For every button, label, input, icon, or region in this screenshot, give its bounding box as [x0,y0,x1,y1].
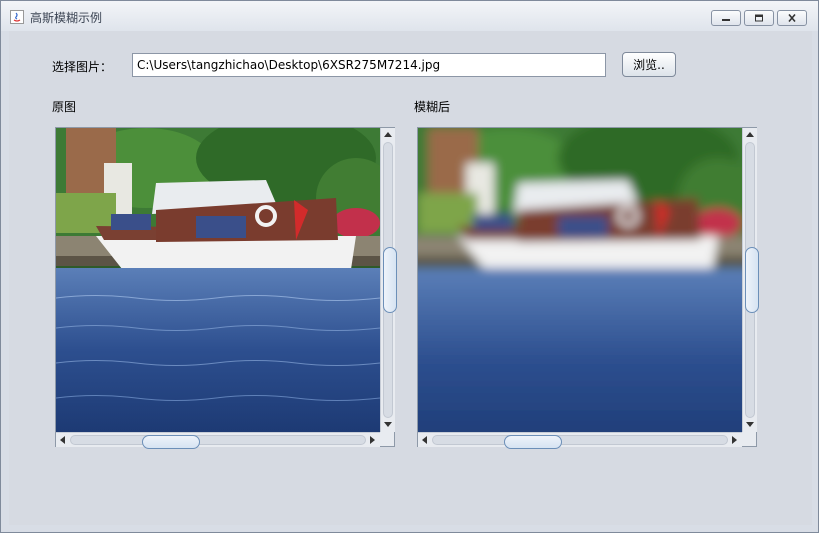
original-horizontal-track[interactable] [70,435,366,449]
blurred-vertical-track[interactable] [745,142,759,418]
scroll-down-arrow-icon[interactable] [744,418,756,430]
app-window: 高斯模糊示例 选择图片： 浏览.. 原图 模糊后 [0,0,819,533]
original-horizontal-thumb[interactable] [142,435,200,449]
close-icon [788,14,796,22]
original-vertical-thumb[interactable] [383,247,397,313]
select-image-label: 选择图片： [52,60,113,74]
scroll-right-arrow-icon[interactable] [366,434,378,446]
blurred-horizontal-scrollbar[interactable] [418,432,742,449]
maximize-button[interactable] [744,10,774,26]
title-bar[interactable]: 高斯模糊示例 [1,1,818,31]
blurred-horizontal-thumb[interactable] [504,435,562,449]
scroll-corner [380,432,394,446]
original-vertical-track[interactable] [383,142,397,418]
maximize-icon [755,14,763,22]
minimize-icon [722,19,730,21]
blurred-horizontal-track[interactable] [432,435,728,449]
blurred-vertical-scrollbar[interactable] [742,128,759,432]
scroll-up-arrow-icon[interactable] [382,129,394,141]
blurred-image-scrollpane [417,127,759,449]
blurred-image-label: 模糊后 [414,100,451,114]
window-title: 高斯模糊示例 [30,11,103,25]
scroll-left-arrow-icon[interactable] [57,434,69,446]
scroll-up-arrow-icon[interactable] [744,129,756,141]
blurred-image-viewport [418,128,742,432]
original-image-scrollpane [55,127,397,449]
scroll-left-arrow-icon[interactable] [419,434,431,446]
blurred-boat-image [418,128,742,432]
original-boat-image [56,128,380,432]
scroll-corner [742,432,756,446]
original-image-label: 原图 [52,100,77,114]
scroll-right-arrow-icon[interactable] [728,434,740,446]
original-horizontal-scrollbar[interactable] [56,432,380,449]
java-app-icon [10,10,24,24]
close-button[interactable] [777,10,807,26]
content-panel: 选择图片： 浏览.. 原图 模糊后 [9,31,812,525]
original-vertical-scrollbar[interactable] [380,128,397,432]
minimize-button[interactable] [711,10,741,26]
scroll-down-arrow-icon[interactable] [382,418,394,430]
browse-button[interactable]: 浏览.. [622,52,676,77]
original-image-viewport [56,128,380,432]
image-path-field[interactable] [132,53,606,77]
blurred-vertical-thumb[interactable] [745,247,759,313]
